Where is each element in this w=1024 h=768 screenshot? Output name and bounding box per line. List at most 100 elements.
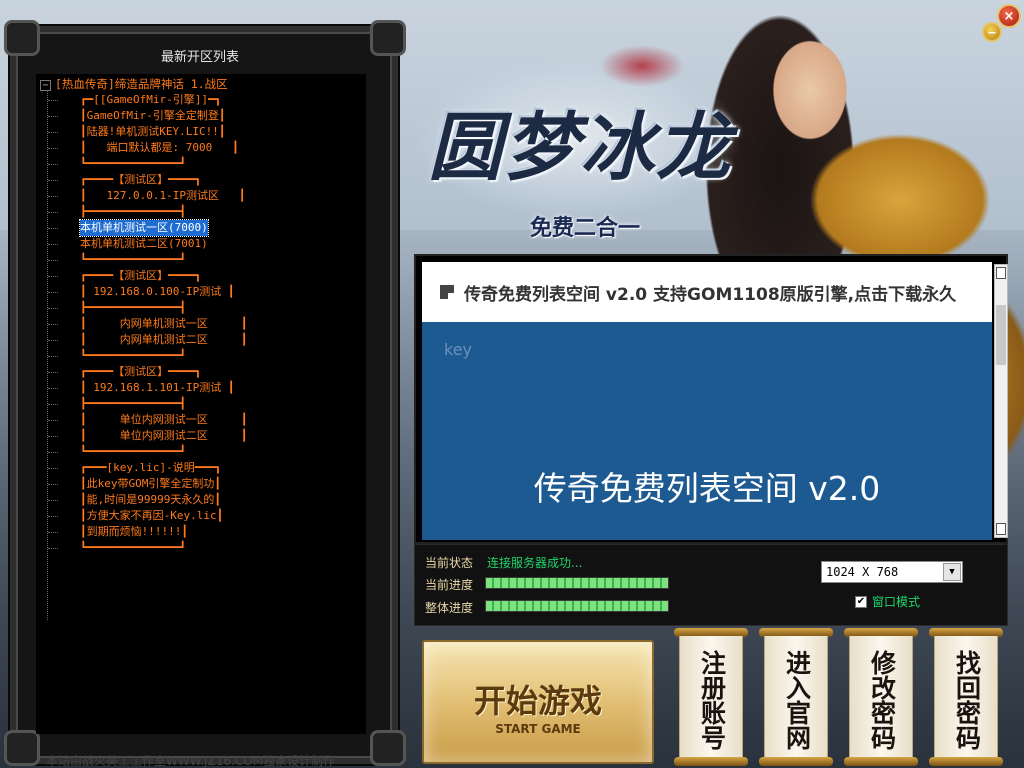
scroll-rod <box>929 757 1003 766</box>
tree-connector-tick <box>48 292 58 293</box>
start-game-label: 开始游戏 <box>473 682 602 720</box>
tree-connector-tick <box>48 356 58 357</box>
server-tree[interactable]: − [热血传奇]缔造品牌神话 1.战区 ┏━[[GameOfMir-引擎]]━┓ ┃… <box>36 74 366 734</box>
tree-item[interactable]: ┗━━━━━━━━━━━━━━┛ <box>80 252 186 268</box>
official-website-label: 进入官网 <box>782 650 812 750</box>
tree-item[interactable]: ┣━━━━━━━━━━━━━━┫ <box>80 204 186 220</box>
tree-item[interactable]: ┏━━━━【测试区】━━━━┓ <box>80 364 201 380</box>
tree-item[interactable]: ┃陆器!单机测试KEY.LIC!!┃ <box>80 124 225 140</box>
tree-connector-tick <box>48 276 58 277</box>
recover-password-button[interactable]: 找回密码 <box>929 628 1003 766</box>
scroll-paper: 注册账号 <box>679 636 743 758</box>
tree-connector-tick <box>48 388 58 389</box>
tree-item[interactable]: ┏━[[GameOfMir-引擎]]━┓ <box>80 92 221 108</box>
window-mode-toggle[interactable]: ✔ 窗口模式 <box>855 593 920 610</box>
tree-connector-tick <box>48 228 58 229</box>
tree-item[interactable]: ┗━━━━━━━━━━━━━━┛ <box>80 540 186 556</box>
tree-connector-tick <box>48 516 58 517</box>
overall-progress-label: 整体进度 <box>425 601 474 615</box>
logo-dragon-icon <box>558 18 698 98</box>
tree-item-selected[interactable]: 本机单机测试一区(7000) <box>79 219 209 237</box>
resolution-select[interactable]: 1024 X 768 ▼ <box>821 561 963 583</box>
current-progress-label: 当前进度 <box>425 578 474 592</box>
scroll-rod <box>674 757 748 766</box>
announcement-content[interactable]: 传奇免费列表空间 v2.0 支持GOM1108原版引擎,点击下载永久 key 传… <box>422 262 992 540</box>
tree-connector-tick <box>48 180 58 181</box>
scroll-paper: 找回密码 <box>934 636 998 758</box>
tree-item[interactable]: ┃方便大家不再因-Key.lic┃ <box>80 508 223 524</box>
tree-item[interactable]: ┗━━━━━━━━━━━━━━┛ <box>80 156 186 172</box>
tree-root-node[interactable]: − [热血传奇]缔造品牌神话 1.战区 <box>40 76 228 92</box>
tree-item[interactable]: ┃能,时间是99999天永久的┃ <box>80 492 221 508</box>
change-password-button[interactable]: 修改密码 <box>844 628 918 766</box>
tree-connector-tick <box>48 132 58 133</box>
announcement-header[interactable]: 传奇免费列表空间 v2.0 支持GOM1108原版引擎,点击下载永久 <box>422 262 992 322</box>
register-account-label: 注册账号 <box>697 650 727 750</box>
current-state-value: 连接服务器成功... <box>487 556 583 570</box>
tree-connector-tick <box>48 420 58 421</box>
tree-item[interactable]: ┃ 内网单机测试一区 ┃ <box>80 316 247 332</box>
logo-subtitle: 免费二合一 <box>530 216 641 241</box>
official-website-button[interactable]: 进入官网 <box>759 628 833 766</box>
window-mode-checkbox[interactable]: ✔ <box>855 595 867 608</box>
collapse-icon[interactable]: − <box>40 80 51 91</box>
tree-item[interactable]: ┃ 单位内网测试一区 ┃ <box>80 412 247 428</box>
tree-item[interactable]: ┏━━━━【测试区】━━━━┓ <box>80 172 201 188</box>
scroll-rod <box>844 757 918 766</box>
scroll-thumb[interactable] <box>996 305 1006 365</box>
announcement-header-text: 传奇免费列表空间 v2.0 支持GOM1108原版引擎,点击下载永久 <box>464 284 957 305</box>
tree-item[interactable]: ┃ 127.0.0.1-IP测试区 ┃ <box>80 188 245 204</box>
tree-root-label: [热血传奇]缔造品牌神话 1.战区 <box>55 77 228 91</box>
tree-connector-tick <box>48 308 58 309</box>
logo-title: 圆梦冰龙 <box>428 105 732 191</box>
tree-item[interactable]: ┃ 单位内网测试二区 ┃ <box>80 428 247 444</box>
tree-item[interactable]: ┏━━━[key.lic]-说明━━━┓ <box>80 460 221 476</box>
tree-connector-tick <box>48 148 58 149</box>
tree-connector-tick <box>48 500 58 501</box>
resolution-value: 1024 X 768 <box>826 565 899 579</box>
panel-corner-ornament <box>370 20 406 56</box>
tree-connector-line <box>47 90 48 620</box>
start-game-button[interactable]: 开始游戏 START GAME <box>422 640 654 764</box>
tree-item[interactable]: ┣━━━━━━━━━━━━━━┫ <box>80 300 186 316</box>
footer-credit: 本站由战火美工工作室WWW.JZ16.COM独家设计制作 <box>46 754 336 768</box>
announcement-body: key 传奇免费列表空间 v2.0 <box>422 322 992 540</box>
tree-connector-tick <box>48 452 58 453</box>
tree-connector-tick <box>48 484 58 485</box>
window-mode-label: 窗口模式 <box>872 595 921 609</box>
tree-item[interactable]: 本机单机测试二区(7001) <box>80 236 208 252</box>
tree-item[interactable]: ┃此key带GOM引擎全定制功┃ <box>80 476 221 492</box>
scroll-up-button[interactable] <box>996 267 1006 279</box>
announcement-scrollbar[interactable] <box>994 264 1008 538</box>
register-account-button[interactable]: 注册账号 <box>674 628 748 766</box>
tree-item[interactable]: ┃ 内网单机测试二区 ┃ <box>80 332 247 348</box>
tree-connector-tick <box>48 372 58 373</box>
tree-connector-tick <box>48 212 58 213</box>
tree-connector-tick <box>48 340 58 341</box>
game-logo: 圆梦冰龙 免费二合一 <box>418 18 748 241</box>
tree-item[interactable]: ┏━━━━【测试区】━━━━┓ <box>80 268 201 284</box>
minimize-button[interactable]: − <box>982 22 1002 42</box>
tree-item[interactable]: ┣━━━━━━━━━━━━━━┫ <box>80 396 186 412</box>
chevron-down-icon[interactable]: ▼ <box>943 563 961 581</box>
tree-connector-tick <box>48 116 58 117</box>
scroll-down-button[interactable] <box>996 523 1006 535</box>
scroll-paper: 修改密码 <box>849 636 913 758</box>
scroll-rod <box>759 757 833 766</box>
panel-corner-ornament <box>4 20 40 56</box>
tree-item[interactable]: ┃ 192.168.1.101-IP测试 ┃ <box>80 380 234 396</box>
tree-item[interactable]: ┗━━━━━━━━━━━━━━┛ <box>80 444 186 460</box>
status-panel: 当前状态 连接服务器成功... 当前进度 整体进度 1024 X 768 ▼ ✔… <box>414 544 1008 626</box>
tree-item[interactable]: ┃GameOfMir-引擎全定制登┃ <box>80 108 225 124</box>
panel-corner-ornament <box>4 730 40 766</box>
document-icon <box>440 285 454 299</box>
tree-item[interactable]: ┃ 端口默认都是: 7000 ┃ <box>80 140 239 156</box>
recover-password-label: 找回密码 <box>952 650 982 750</box>
tree-connector-tick <box>48 260 58 261</box>
tree-item[interactable]: ┗━━━━━━━━━━━━━━┛ <box>80 348 186 364</box>
close-button[interactable]: × <box>997 4 1021 28</box>
tree-connector-tick <box>48 548 58 549</box>
tree-item[interactable]: ┃ 192.168.0.100-IP测试 ┃ <box>80 284 234 300</box>
overall-progress-fill <box>486 601 668 611</box>
tree-item[interactable]: ┃到期而烦恼!!!!!!┃ <box>80 524 188 540</box>
